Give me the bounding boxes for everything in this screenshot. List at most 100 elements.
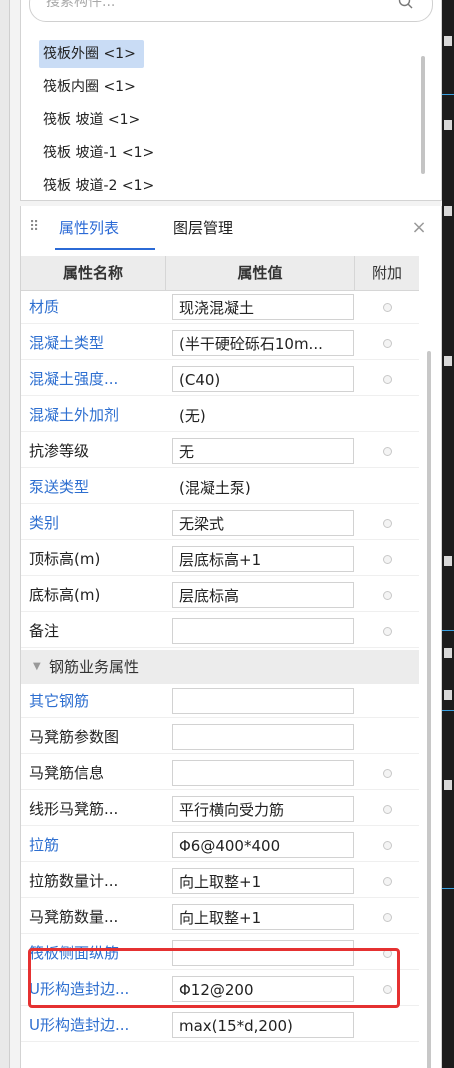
component-list-item[interactable]: 筏板 坡道 <1> [39,106,148,134]
canvas-marker [444,356,452,366]
search-icon[interactable] [396,0,416,12]
component-list-panel: 搜索构件... 筏板外圈 <1> 筏板内圈 <1> 筏板 坡道 <1> 筏板 坡道-1… [20,0,442,201]
property-value-field[interactable]: 现浇混凝土 [172,294,354,320]
property-name: 备注 [29,622,60,640]
property-row: 材质 现浇混凝土 [21,290,419,324]
collapse-arrow-icon[interactable]: ▼ [33,650,41,684]
column-header-name: 属性名称 [21,256,166,290]
row-divider [21,539,419,540]
property-value-field[interactable]: 无 [172,438,354,464]
close-icon[interactable]: × [409,218,429,238]
search-placeholder: 搜索构件... [46,0,116,10]
group-title: 钢筋业务属性 [49,658,140,676]
row-divider [21,323,419,324]
search-input[interactable]: 搜索构件... [29,0,433,22]
property-value-field[interactable]: max(15*d,200) [172,1012,354,1038]
properties-scrollbar[interactable] [427,351,431,1068]
canvas-line [442,888,454,889]
property-row: 拉筋数量计... 向上取整+1 [21,864,419,898]
canvas-line [442,710,454,711]
row-divider [21,575,419,576]
property-value-field[interactable] [172,724,354,750]
extra-radio-icon[interactable] [383,447,392,456]
canvas-line [442,630,454,631]
property-name: 顶标高(m) [29,550,101,568]
group-header-rebar[interactable]: ▼ 钢筋业务属性 [21,650,419,684]
property-name: 混凝土类型 [29,334,105,352]
component-list-item[interactable]: 筏板外圈 <1> [39,40,144,68]
component-list-item[interactable]: 筏板 坡道-1 <1> [39,139,162,167]
property-value-field[interactable]: (混凝土泵) [172,474,354,500]
property-name: 类别 [29,514,60,532]
property-value-field[interactable] [172,688,354,714]
extra-radio-icon[interactable] [383,555,392,564]
property-value-field[interactable]: 平行横向受力筋 [172,796,354,822]
extra-radio-icon[interactable] [383,805,392,814]
list-scrollbar[interactable] [421,56,425,174]
property-name: 混凝土外加剂 [29,406,120,424]
extra-radio-icon[interactable] [383,877,392,886]
tab-property-list[interactable]: 属性列表 [59,206,119,250]
property-row: 备注 [21,614,419,648]
property-name: 其它钢筋 [29,692,90,710]
property-row: 泵送类型 (混凝土泵) [21,470,419,504]
property-value-field[interactable] [172,760,354,786]
column-header-extra: 附加 [371,264,402,282]
property-row: 马凳筋信息 [21,756,419,790]
canvas-marker [444,120,452,130]
component-list-item[interactable]: 筏板 坡道-2 <1> [39,172,162,200]
property-name: 拉筋 [29,836,60,854]
property-row: 混凝土外加剂 (无) [21,398,419,432]
row-divider [21,825,419,826]
extra-radio-icon[interactable] [383,627,392,636]
tab-layer-management[interactable]: 图层管理 [173,206,233,250]
property-name: 混凝土强度... [29,370,119,388]
row-divider [21,1041,419,1042]
property-value-field[interactable]: (无) [172,402,354,428]
extra-radio-icon[interactable] [383,913,392,922]
property-row: 马凳筋数量... 向上取整+1 [21,900,419,934]
highlight-annotation-box [28,948,400,1008]
property-value-field[interactable]: 向上取整+1 [172,868,354,894]
extra-radio-icon[interactable] [383,519,392,528]
extra-radio-icon[interactable] [383,303,392,312]
left-edge-strip [0,0,10,1068]
extra-radio-icon[interactable] [383,769,392,778]
property-value-field[interactable]: 层底标高 [172,582,354,608]
property-name: 马凳筋参数图 [29,728,120,746]
property-value-field[interactable]: 层底标高+1 [172,546,354,572]
drag-handle-icon[interactable]: ⠿ [29,219,39,235]
property-name: 抗渗等级 [29,442,90,460]
property-row: 顶标高(m) 层底标高+1 [21,542,419,576]
property-row: 线形马凳筋... 平行横向受力筋 [21,792,419,826]
row-divider [21,467,419,468]
canvas-marker [444,556,452,566]
property-value-field[interactable]: 无梁式 [172,510,354,536]
component-list-item[interactable]: 筏板内圈 <1> [39,73,144,101]
canvas-line [442,94,454,95]
property-value-field[interactable] [172,618,354,644]
property-value-field[interactable]: (半干硬砼砾石10m... [172,330,354,356]
property-value-field[interactable]: (C40) [172,366,354,392]
property-row: 其它钢筋 [21,684,419,718]
canvas-marker [444,648,452,658]
row-divider [21,897,419,898]
property-value-field[interactable]: Φ6@400*400 [172,832,354,858]
row-divider [21,611,419,612]
property-name: 泵送类型 [29,478,90,496]
canvas-marker [444,690,452,700]
extra-radio-icon[interactable] [383,841,392,850]
extra-radio-icon[interactable] [383,339,392,348]
canvas-marker [444,36,452,46]
row-divider [21,395,419,396]
property-name: U形构造封边... [29,1016,130,1034]
property-name: 拉筋数量计... [29,872,119,890]
property-row: 拉筋 Φ6@400*400 [21,828,419,862]
extra-radio-icon[interactable] [383,591,392,600]
row-divider [21,647,419,648]
extra-radio-icon[interactable] [383,375,392,384]
property-name: 底标高(m) [29,586,101,604]
canvas-marker [444,780,452,790]
property-row: 马凳筋参数图 [21,720,419,754]
property-value-field[interactable]: 向上取整+1 [172,904,354,930]
